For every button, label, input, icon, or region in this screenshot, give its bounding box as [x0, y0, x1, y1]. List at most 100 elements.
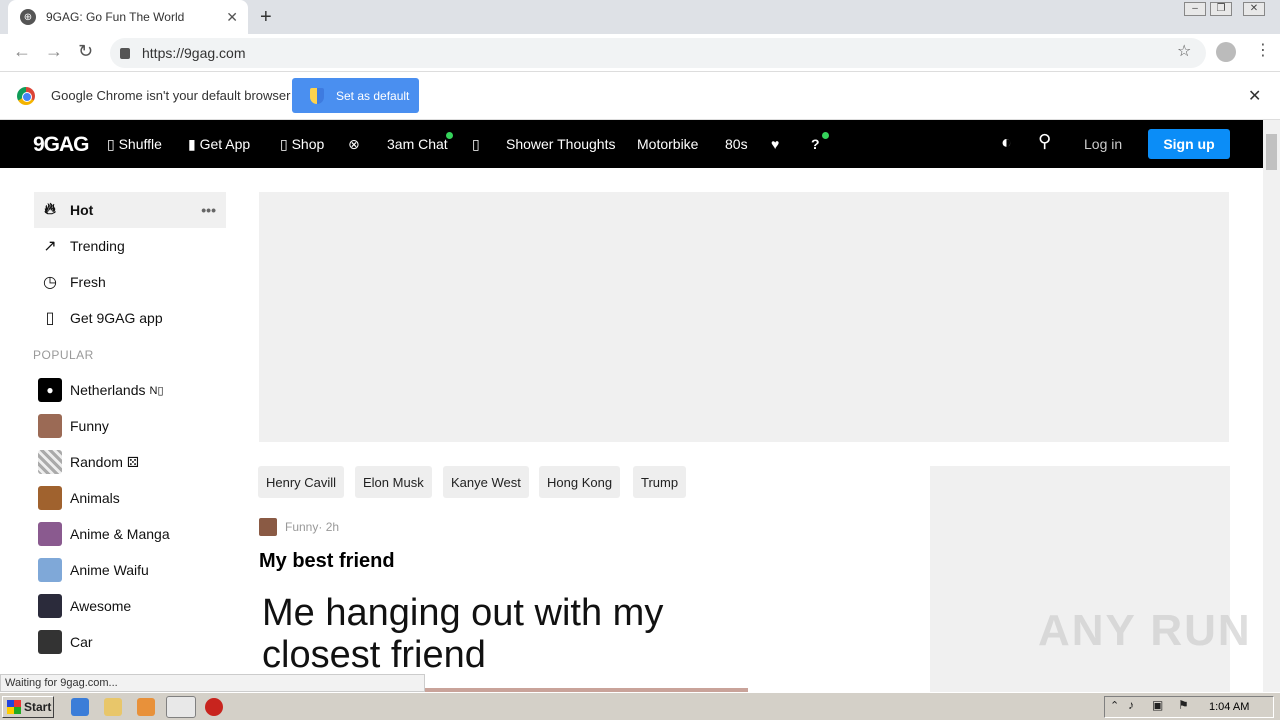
section-avatar[interactable] — [259, 518, 277, 536]
reload-button[interactable]: ↻ — [78, 41, 93, 62]
chrome-logo-icon — [17, 87, 35, 105]
sidebar-item-anime-waifu[interactable]: Anime Waifu — [34, 552, 226, 588]
post-title[interactable]: My best friend — [259, 550, 395, 573]
sidebar-item-random[interactable]: Random ⚄ — [34, 444, 226, 480]
set-default-label: Set as default — [336, 88, 410, 103]
volume-icon[interactable]: ♪ — [1128, 698, 1134, 712]
clock-icon: ◷ — [43, 274, 57, 291]
opera-icon[interactable] — [205, 698, 223, 716]
sidebar-item-label: Anime & Manga — [70, 526, 170, 542]
tag-hong-kong[interactable]: Hong Kong — [539, 466, 621, 498]
start-button[interactable]: Start — [2, 696, 54, 718]
nav-blank-icon[interactable]: ▯ — [472, 136, 480, 153]
tag-elon-musk[interactable]: Elon Musk — [355, 466, 432, 498]
nav-help[interactable]: ? — [811, 136, 820, 152]
sidebar-item-label: Fresh — [70, 274, 106, 290]
nsfw-icon[interactable]: ⊗ — [348, 136, 360, 153]
random-thumbnail — [38, 450, 62, 474]
restore-button[interactable]: ❐ — [1210, 2, 1232, 16]
nav-shuffle[interactable]: ▯ Shuffle — [107, 136, 162, 153]
sidebar-item-label: Trending — [70, 238, 125, 254]
sidebar-item-netherlands[interactable]: ● Netherlands N▯ — [34, 372, 226, 408]
windows-taskbar: Start ⌃ ♪ ▣ ⚑ 1:04 AM — [0, 692, 1280, 720]
chrome-taskbar-button[interactable] — [166, 696, 196, 718]
map-pin-icon: ● — [38, 378, 62, 402]
nav-get-app[interactable]: ▮ Get App — [188, 136, 250, 153]
site-header: 9GAG ▯ Shuffle ▮ Get App ▯ Shop ⊗ 3am Ch… — [0, 120, 1263, 168]
funny-thumbnail — [38, 414, 62, 438]
status-bubble: Waiting for 9gag.com... — [0, 674, 425, 692]
sidebar-item-trending[interactable]: ↗ Trending — [34, 228, 226, 264]
sidebar-item-get-app[interactable]: ▯ Get 9GAG app — [34, 300, 226, 336]
bookmark-star-icon[interactable]: ☆ — [1177, 41, 1191, 61]
start-label: Start — [24, 700, 52, 714]
site-logo[interactable]: 9GAG — [33, 133, 90, 157]
close-window-button[interactable]: ✕ — [1243, 2, 1265, 16]
media-player-icon[interactable] — [137, 698, 155, 716]
nav-motorbike[interactable]: Motorbike — [637, 136, 698, 152]
close-tab-icon[interactable]: ✕ — [226, 9, 238, 26]
lock-icon — [120, 47, 130, 59]
folder-icon[interactable] — [104, 698, 122, 716]
nav-shuffle-label: Shuffle — [118, 136, 162, 152]
browser-tab[interactable]: ⊕ 9GAG: Go Fun The World ✕ — [8, 0, 248, 34]
sidebar-item-fresh[interactable]: ◷ Fresh — [34, 264, 226, 300]
page-scrollbar[interactable] — [1263, 120, 1280, 692]
scrollbar-thumb[interactable] — [1266, 134, 1277, 170]
forward-button[interactable]: → — [45, 41, 63, 62]
sidebar-item-label: Random — [70, 454, 123, 470]
sidebar-item-animals[interactable]: Animals — [34, 480, 226, 516]
tag-henry-cavill[interactable]: Henry Cavill — [258, 466, 345, 498]
sidebar-item-label: Car — [70, 634, 93, 650]
clock[interactable]: 1:04 AM — [1209, 701, 1249, 713]
dice-icon: ⚄ — [126, 453, 140, 470]
sidebar-item-label: Get 9GAG app — [70, 310, 163, 326]
back-button[interactable]: ← — [13, 41, 31, 62]
tag-trump[interactable]: Trump — [633, 466, 687, 498]
sidebar-item-anime-manga[interactable]: Anime & Manga — [34, 516, 226, 552]
sidebar-item-car[interactable]: Car — [34, 624, 226, 660]
sidebar-item-hot[interactable]: 🔥︎ Hot ••• — [34, 192, 226, 228]
post-section[interactable]: Funny — [285, 520, 318, 534]
profile-avatar[interactable] — [1216, 42, 1236, 62]
post-image-text[interactable]: Me hanging out with my closest friend — [262, 592, 742, 676]
phone-icon: ▯ — [45, 310, 55, 327]
anyrun-watermark: ANY RUN — [1038, 606, 1252, 655]
more-options-icon[interactable]: ••• — [201, 202, 216, 218]
tab-title: 9GAG: Go Fun The World — [46, 10, 185, 24]
chrome-menu-icon[interactable]: ⋮ — [1255, 40, 1271, 60]
anime-waifu-thumbnail — [38, 558, 62, 582]
tag-kanye-west[interactable]: Kanye West — [443, 466, 529, 498]
shield-icon — [310, 87, 324, 104]
signup-button[interactable]: Sign up — [1148, 129, 1230, 159]
set-default-button[interactable]: Set as default — [292, 78, 419, 113]
tray-arrow-icon[interactable]: ⌃ — [1110, 699, 1119, 712]
dark-mode-icon[interactable]: ◐ — [1001, 132, 1012, 153]
address-bar[interactable]: https://9gag.com — [110, 38, 1206, 68]
browser-toolbar: ← → ↻ https://9gag.com — [0, 34, 1280, 72]
sidebar-item-funny[interactable]: Funny — [34, 408, 226, 444]
search-icon[interactable]: ⚲ — [1038, 131, 1051, 152]
sidebar-item-label: Funny — [70, 418, 109, 434]
nav-shower-thoughts[interactable]: Shower Thoughts — [506, 136, 615, 152]
sidebar-item-label: Animals — [70, 490, 120, 506]
login-link[interactable]: Log in — [1084, 136, 1122, 152]
nav-80s[interactable]: 80s — [725, 136, 748, 152]
heart-icon[interactable]: ♥ — [771, 136, 779, 152]
close-infobar-icon[interactable]: ✕ — [1248, 86, 1261, 106]
trending-icon: ↗ — [43, 238, 57, 255]
flag-icon: N▯ — [149, 384, 164, 397]
post-meta: Funny · 2h — [259, 518, 339, 536]
nav-3am-chat[interactable]: 3am Chat — [387, 136, 448, 152]
sidebar-item-awesome[interactable]: Awesome — [34, 588, 226, 624]
globe-icon: ⊕ — [20, 9, 36, 25]
car-thumbnail — [38, 630, 62, 654]
flag-tray-icon[interactable]: ⚑ — [1178, 698, 1189, 712]
side-ad-placeholder — [930, 466, 1230, 692]
ie-icon[interactable] — [71, 698, 89, 716]
minimize-button[interactable]: – — [1184, 2, 1206, 16]
nav-shop[interactable]: ▯ Shop — [280, 136, 324, 153]
new-tab-button[interactable]: + — [260, 6, 272, 29]
sidebar-item-label: Hot — [70, 202, 94, 218]
network-icon[interactable]: ▣ — [1152, 698, 1163, 712]
